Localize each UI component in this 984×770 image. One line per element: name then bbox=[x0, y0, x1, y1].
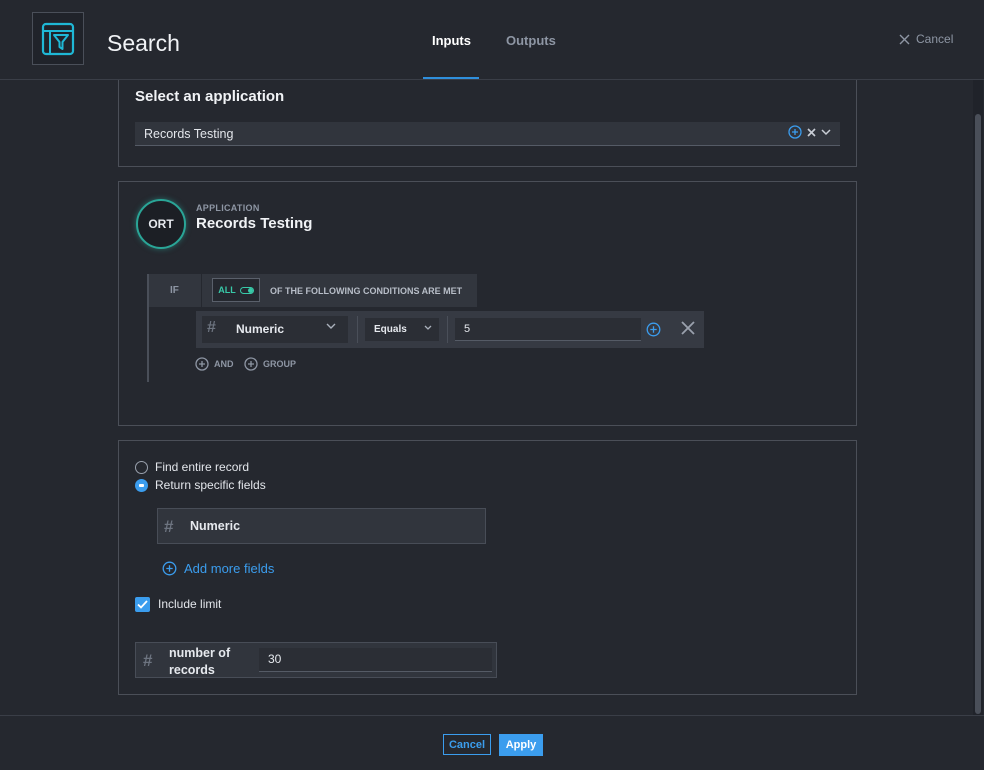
rule-field-value: Numeric bbox=[236, 322, 285, 336]
toggle-switch-icon bbox=[239, 286, 254, 294]
hash-icon: # bbox=[164, 517, 174, 536]
if-label: IF bbox=[170, 285, 179, 296]
find-entire-record-label[interactable]: Find entire record bbox=[155, 460, 249, 474]
and-label: AND bbox=[214, 359, 234, 369]
rule-operator-value: Equals bbox=[374, 324, 407, 335]
limit-input-value: 30 bbox=[268, 652, 282, 666]
application-select-actions bbox=[788, 125, 831, 139]
application-avatar: ORT bbox=[136, 199, 186, 249]
scrollbar-thumb[interactable] bbox=[975, 114, 981, 714]
close-icon bbox=[899, 34, 910, 44]
hash-icon: # bbox=[143, 651, 153, 670]
divider bbox=[201, 274, 202, 307]
app-logo bbox=[32, 12, 84, 65]
group-label: GROUP bbox=[263, 359, 297, 369]
chevron-down-icon bbox=[424, 323, 432, 333]
include-limit-label[interactable]: Include limit bbox=[158, 597, 221, 611]
hash-icon: # bbox=[207, 319, 216, 336]
header-cancel-button[interactable]: Cancel bbox=[899, 32, 953, 46]
application-select-value: Records Testing bbox=[144, 127, 234, 141]
application-name: Records Testing bbox=[196, 215, 313, 232]
tab-outputs[interactable]: Outputs bbox=[506, 33, 556, 48]
page-title: Search bbox=[107, 30, 180, 56]
remove-rule-icon[interactable] bbox=[680, 320, 696, 340]
limit-input[interactable] bbox=[259, 648, 492, 672]
return-specific-fields-radio[interactable] bbox=[135, 479, 148, 492]
active-tab-indicator bbox=[423, 77, 479, 79]
add-and-condition-button[interactable]: AND bbox=[195, 357, 234, 371]
add-circle-icon bbox=[162, 561, 177, 576]
rule-value-input[interactable] bbox=[455, 318, 641, 341]
include-limit-checkbox[interactable] bbox=[135, 597, 150, 612]
checkmark-icon bbox=[137, 600, 148, 609]
chevron-down-icon bbox=[326, 321, 336, 333]
add-group-button[interactable]: GROUP bbox=[244, 357, 296, 371]
return-specific-fields-label[interactable]: Return specific fields bbox=[155, 478, 266, 492]
match-mode-label: ALL bbox=[218, 285, 236, 295]
apply-button[interactable]: Apply bbox=[499, 734, 543, 756]
select-application-heading: Select an application bbox=[135, 88, 285, 105]
application-select[interactable] bbox=[135, 122, 840, 146]
header-cancel-label: Cancel bbox=[916, 32, 954, 46]
add-circle-icon[interactable] bbox=[788, 125, 802, 139]
chevron-down-icon[interactable] bbox=[821, 128, 831, 136]
add-value-icon[interactable] bbox=[646, 322, 661, 342]
divider bbox=[447, 316, 448, 343]
add-more-fields-button[interactable]: Add more fields bbox=[162, 561, 274, 576]
dialog-footer bbox=[0, 715, 984, 770]
limit-label: number of records bbox=[169, 646, 231, 677]
application-kicker: APPLICATION bbox=[196, 203, 260, 213]
add-circle-icon bbox=[195, 357, 209, 371]
divider bbox=[357, 316, 358, 343]
find-entire-record-radio[interactable] bbox=[135, 461, 148, 474]
filter-icon bbox=[41, 22, 75, 55]
conditions-text: OF THE FOLLOWING CONDITIONS ARE MET bbox=[270, 286, 463, 296]
cancel-button[interactable]: Cancel bbox=[443, 734, 491, 755]
tab-inputs[interactable]: Inputs bbox=[432, 33, 471, 48]
match-all-toggle[interactable]: ALL bbox=[212, 278, 260, 302]
add-more-fields-label: Add more fields bbox=[184, 561, 275, 576]
clear-icon[interactable] bbox=[807, 127, 816, 137]
selected-field-name: Numeric bbox=[190, 519, 241, 533]
add-circle-icon bbox=[244, 357, 258, 371]
rule-value-text: 5 bbox=[464, 323, 471, 335]
